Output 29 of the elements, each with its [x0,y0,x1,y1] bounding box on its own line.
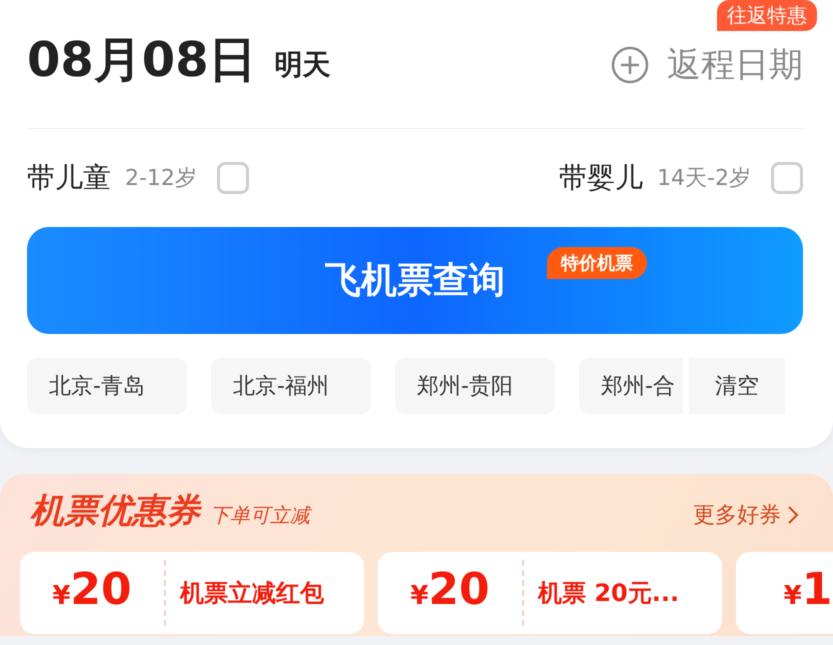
clear-button[interactable]: 清空 [689,358,785,414]
coupon-amount: ¥1 [736,560,833,626]
checkbox[interactable] [216,162,249,194]
chevron-icon [787,505,799,525]
history-chip[interactable]: 北京-青岛 [27,358,187,414]
coupon-subtitle: 下单可立减 [210,502,310,529]
coupon-amount: ¥20 [378,560,524,626]
coupon-card[interactable]: ¥20 机票立减红包 [20,552,364,634]
deal-badge: 特价机票 [547,247,647,279]
search-button[interactable]: 飞机票查询 特价机票 [27,227,803,334]
age-range: 14天-2岁 [657,165,751,193]
history-chip[interactable]: 北京-福州 [211,358,371,414]
history-chip[interactable]: 郑州-贵阳 [395,358,555,414]
coupon-card[interactable]: ¥20 机票 20元... [378,552,722,634]
coupon-card[interactable]: ¥1 [736,552,833,634]
passenger-label: 带儿童 [27,160,111,196]
age-range: 2-12岁 [125,165,197,193]
plus-circle-icon [611,46,649,84]
coupon-title: 机票优惠券 [30,490,200,533]
day-hint: 明天 [274,47,331,83]
more-coupons-link[interactable]: 更多好券 [693,500,799,530]
checkbox[interactable] [771,162,803,194]
coupon-name: 机票立减红包 [178,578,324,609]
coupon-name: 机票 20元... [536,578,680,609]
round-trip-badge: 往返特惠 [717,0,817,31]
coupon-amount: ¥20 [20,560,166,626]
history-chip[interactable]: 郑州-合 [579,358,683,414]
departure-date[interactable]: 08月08日 [27,28,257,92]
passenger-label: 带婴儿 [559,160,644,196]
